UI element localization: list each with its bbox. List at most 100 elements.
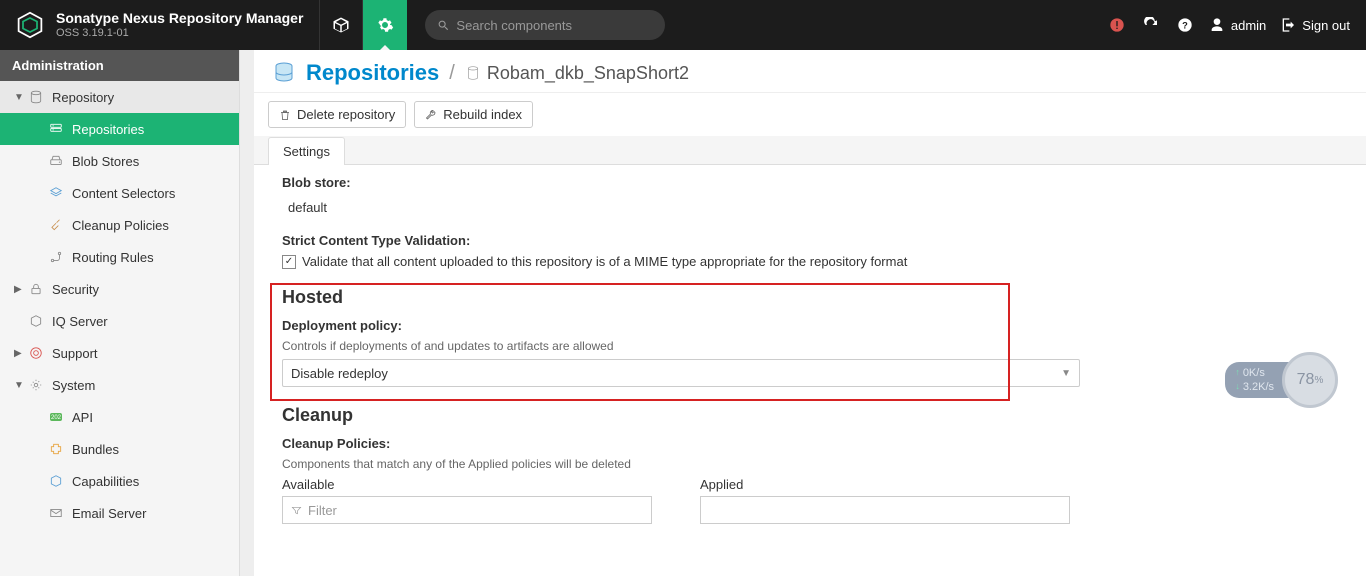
arrow-down-icon: ↓ (1235, 381, 1240, 393)
filter-icon (291, 505, 302, 516)
strict-validation-desc: Validate that all content uploaded to th… (302, 254, 907, 269)
sidebar-item-email-server[interactable]: Email Server (0, 497, 239, 529)
puzzle-icon (48, 441, 64, 457)
breadcrumb-root[interactable]: Repositories (306, 60, 439, 86)
logo-area: Sonatype Nexus Repository Manager OSS 3.… (0, 0, 319, 50)
settings-form: Blob store: default Strict Content Type … (254, 165, 1366, 576)
blob-store-value: default (282, 196, 1338, 215)
sidebar-item-cleanup-policies[interactable]: Cleanup Policies (0, 209, 239, 241)
applied-list[interactable] (700, 496, 1070, 524)
sidebar-item-repository[interactable]: ▼ Repository (0, 81, 239, 113)
applied-label: Applied (700, 477, 1070, 492)
breadcrumb-current: Robam_dkb_SnapShort2 (465, 63, 689, 84)
cleanup-policies-label: Cleanup Policies: (282, 436, 1338, 451)
help-icon: ? (1177, 17, 1193, 33)
server-icon (48, 121, 64, 137)
blob-store-label: Blob store: (282, 175, 1338, 190)
sidebar-item-label: Repositories (72, 122, 144, 137)
wrench-icon (425, 109, 437, 121)
sidebar-item-iq-server[interactable]: IQ Server (0, 305, 239, 337)
deployment-policy-value: Disable redeploy (291, 366, 388, 381)
sidebar-item-label: Content Selectors (72, 186, 175, 201)
sidebar-item-label: Repository (52, 90, 114, 105)
user-icon (1209, 17, 1225, 33)
nexus-logo-icon (16, 11, 44, 39)
main-content: Repositories / Robam_dkb_SnapShort2 Dele… (254, 50, 1366, 576)
sidebar-item-system[interactable]: ▼ System (0, 369, 239, 401)
cleanup-policies-desc: Components that match any of the Applied… (282, 457, 1338, 471)
sidebar-item-repositories[interactable]: Repositories (0, 113, 239, 145)
sidebar-item-content-selectors[interactable]: Content Selectors (0, 177, 239, 209)
layers-icon (48, 185, 64, 201)
sidebar-item-label: API (72, 410, 93, 425)
sidebar-item-routing-rules[interactable]: Routing Rules (0, 241, 239, 273)
browse-mode-button[interactable] (319, 0, 363, 50)
refresh-button[interactable] (1141, 15, 1161, 35)
rebuild-index-button[interactable]: Rebuild index (414, 101, 533, 128)
chevron-down-icon: ▼ (14, 92, 24, 103)
sidebar-title: Administration (0, 50, 239, 81)
arrow-up-icon: ↑ (1235, 367, 1240, 379)
product-name: Sonatype Nexus Repository Manager (56, 11, 303, 26)
tab-settings[interactable]: Settings (268, 137, 345, 165)
search-input[interactable]: Search components (425, 10, 665, 40)
trash-icon (279, 109, 291, 121)
sidebar-item-label: Routing Rules (72, 250, 154, 265)
iq-icon (28, 313, 44, 329)
network-monitor-widget[interactable]: ↑0K/s ↓3.2K/s 78% (1225, 352, 1338, 408)
sidebar-item-label: Blob Stores (72, 154, 139, 169)
harddrive-icon (48, 153, 64, 169)
sidebar-item-api[interactable]: 202 API (0, 401, 239, 433)
available-label: Available (282, 477, 652, 492)
sidebar-scrollbar[interactable] (240, 50, 254, 576)
available-filter-input[interactable]: Filter (282, 496, 652, 524)
search-wrap: Search components (425, 10, 665, 40)
tab-bar: Settings (254, 136, 1366, 165)
user-name: admin (1231, 18, 1266, 33)
cube-icon (332, 16, 350, 34)
sidebar-item-label: Support (52, 346, 98, 361)
delete-repository-button[interactable]: Delete repository (268, 101, 406, 128)
search-placeholder: Search components (456, 18, 572, 33)
sidebar-item-label: Cleanup Policies (72, 218, 169, 233)
sidebar-item-label: Bundles (72, 442, 119, 457)
gear-icon (28, 377, 44, 393)
admin-mode-button[interactable] (363, 0, 407, 50)
lifebuoy-icon (28, 345, 44, 361)
broom-icon (48, 217, 64, 233)
search-icon (437, 19, 450, 32)
signout-icon (1280, 17, 1296, 33)
app-header: Sonatype Nexus Repository Manager OSS 3.… (0, 0, 1366, 50)
chevron-right-icon: ▶ (14, 284, 24, 295)
sidebar-item-blob-stores[interactable]: Blob Stores (0, 145, 239, 177)
chevron-down-icon: ▼ (14, 380, 24, 391)
chevron-down-icon: ▼ (1061, 368, 1071, 379)
sidebar-item-label: Email Server (72, 506, 146, 521)
sidebar-item-bundles[interactable]: Bundles (0, 433, 239, 465)
lock-icon (28, 281, 44, 297)
deployment-policy-desc: Controls if deployments of and updates t… (282, 339, 1338, 353)
user-menu[interactable]: admin (1209, 17, 1266, 33)
sidebar-item-security[interactable]: ▶ Security (0, 273, 239, 305)
box-icon (48, 473, 64, 489)
alert-button[interactable] (1107, 15, 1127, 35)
sidebar-item-label: System (52, 378, 95, 393)
strict-validation-checkbox[interactable]: ✓ (282, 255, 296, 269)
sidebar-item-capabilities[interactable]: Capabilities (0, 465, 239, 497)
sidebar-item-label: Capabilities (72, 474, 139, 489)
refresh-icon (1143, 17, 1159, 33)
help-button[interactable]: ? (1175, 15, 1195, 35)
sidebar-item-support[interactable]: ▶ Support (0, 337, 239, 369)
database-small-icon (465, 65, 481, 81)
svg-text:?: ? (1182, 20, 1188, 30)
signout-button[interactable]: Sign out (1280, 17, 1350, 33)
hosted-section-title: Hosted (282, 287, 1338, 308)
sidebar: Administration ▼ Repository Repositories… (0, 50, 240, 576)
cleanup-section-title: Cleanup (282, 405, 1338, 426)
alert-icon (1109, 17, 1125, 33)
database-icon (272, 61, 296, 85)
chevron-right-icon: ▶ (14, 348, 24, 359)
breadcrumb: Repositories / Robam_dkb_SnapShort2 (254, 50, 1366, 93)
api-icon: 202 (48, 409, 64, 425)
deployment-policy-select[interactable]: Disable redeploy ▼ (282, 359, 1080, 387)
